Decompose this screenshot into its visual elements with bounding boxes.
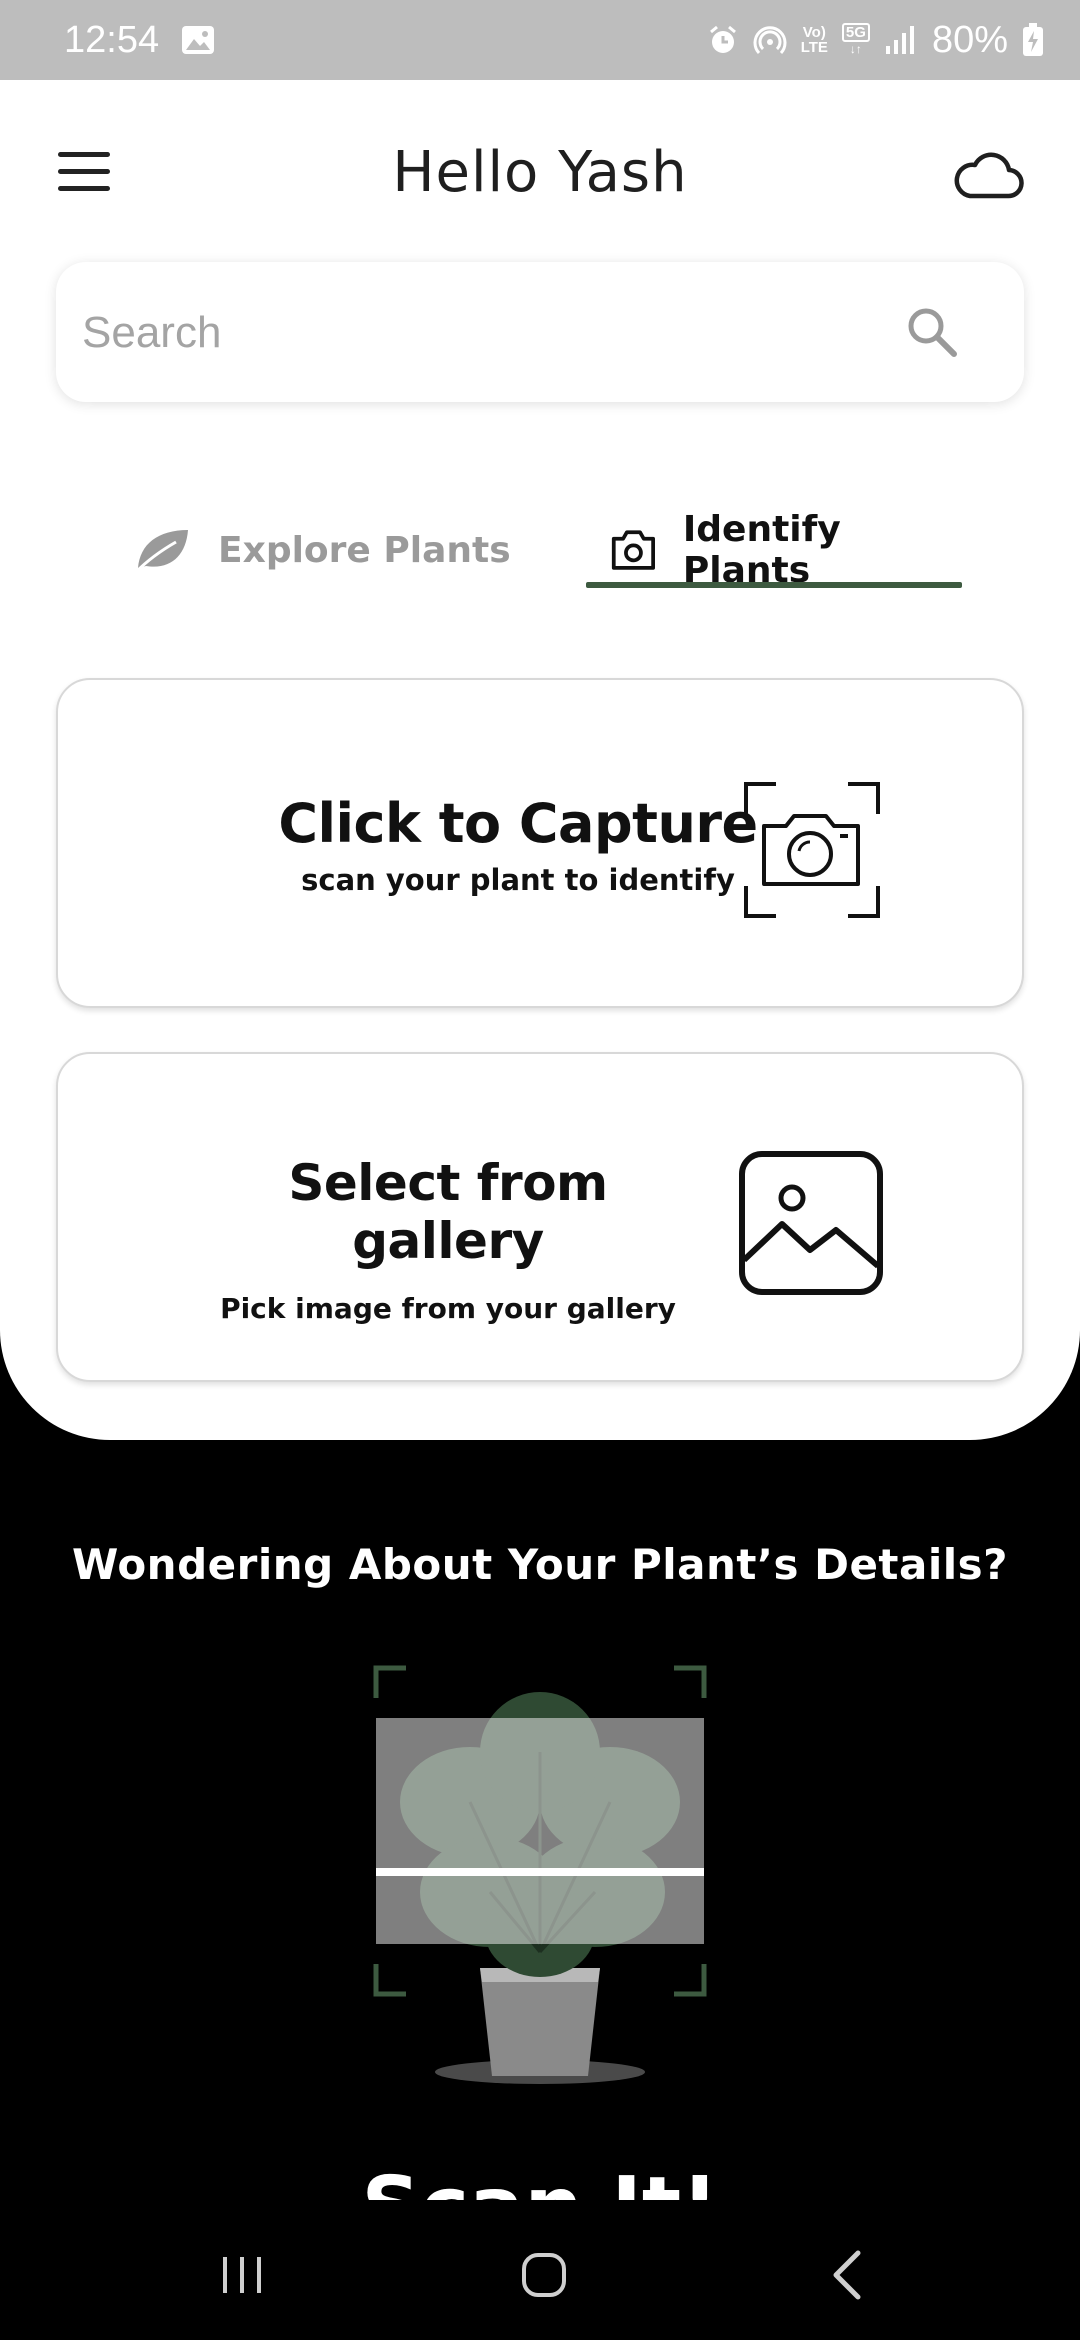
recent-apps-button[interactable] xyxy=(202,2240,282,2310)
promo-heading: Wondering About Your Plant’s Details? xyxy=(72,1540,1008,1589)
network-5g-icon: 5G ↓↑ xyxy=(841,23,870,57)
gallery-card[interactable]: Select from gallery Pick image from your… xyxy=(56,1052,1024,1382)
alarm-icon xyxy=(707,24,739,56)
status-left: 12:54 xyxy=(64,19,215,62)
home-button[interactable] xyxy=(504,2240,584,2310)
cloud-button[interactable] xyxy=(952,150,1028,206)
image-icon xyxy=(739,1151,883,1295)
signal-icon xyxy=(884,24,918,56)
leaf-icon xyxy=(134,530,188,574)
scan-it-heading: Scan It! xyxy=(0,2162,1080,2200)
tab-explore-plants[interactable]: Explore Plants xyxy=(132,490,511,610)
search-bar xyxy=(56,262,1024,402)
gallery-subtitle: Pick image from your gallery xyxy=(220,1292,676,1325)
status-right: Vo) LTE 5G ↓↑ 80% xyxy=(707,19,1044,62)
back-button[interactable] xyxy=(808,2240,888,2310)
volte-bottom-label: LTE xyxy=(800,39,828,56)
tab-explore-label: Explore Plants xyxy=(218,529,511,571)
capture-card[interactable]: Click to Capture scan your plant to iden… xyxy=(56,678,1024,1008)
hotspot-icon xyxy=(753,23,787,57)
capture-subtitle: scan your plant to identify xyxy=(301,863,735,897)
back-icon xyxy=(833,2250,861,2300)
battery-percent: 80% xyxy=(931,18,1008,61)
search-icon[interactable] xyxy=(904,304,960,364)
gallery-notification-icon xyxy=(181,25,215,55)
network-5g-label: 5G xyxy=(841,23,870,42)
camera-icon xyxy=(611,530,655,570)
volte-icon: Vo) LTE xyxy=(801,25,828,55)
tab-identify-label: Identify Plants xyxy=(682,509,841,591)
camera-scan-icon xyxy=(744,782,880,918)
battery-charging-icon xyxy=(1022,23,1044,57)
main-panel: Hello Yash Explore Plants Identify Plant… xyxy=(0,80,1080,1440)
page-title: Hello Yash xyxy=(392,140,688,205)
cloud-icon xyxy=(954,152,1024,199)
capture-text: Click to Capture scan your plant to iden… xyxy=(228,792,808,897)
gallery-text: Select from gallery Pick image from your… xyxy=(188,1154,708,1325)
status-time: 12:54 xyxy=(64,18,160,61)
status-bar: 12:54 Vo) LTE 5G ↓↑ 80% xyxy=(0,0,1080,80)
home-icon xyxy=(522,2253,566,2297)
app-header: Hello Yash xyxy=(0,80,1080,270)
capture-title: Click to Capture xyxy=(278,792,758,855)
gallery-title: Select from gallery xyxy=(288,1154,608,1270)
system-nav-bar xyxy=(0,2200,1080,2340)
active-tab-indicator xyxy=(586,582,962,588)
plant-scan-illustration xyxy=(373,1665,707,2084)
search-input[interactable] xyxy=(80,286,904,380)
volte-top-label: Vo) xyxy=(802,24,826,41)
tab-identify-plants[interactable]: Identify Plants xyxy=(586,490,962,610)
recent-apps-icon xyxy=(223,2257,261,2293)
